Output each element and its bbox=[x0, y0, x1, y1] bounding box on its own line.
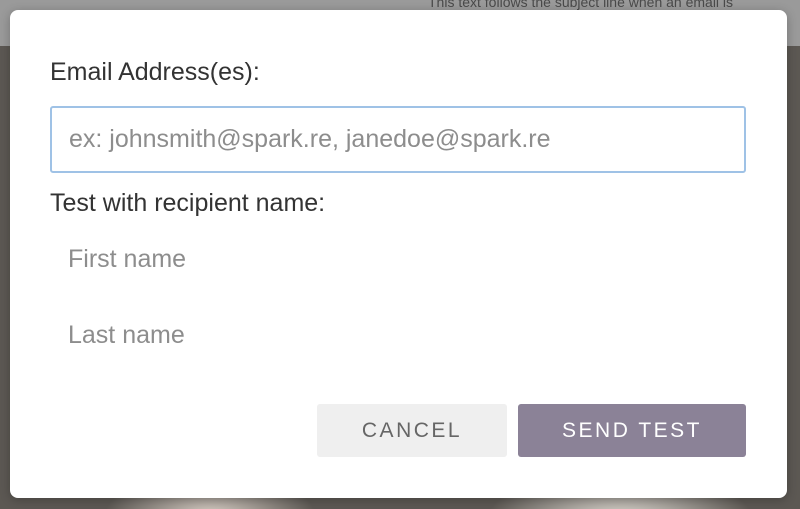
email-addresses-label: Email Address(es): bbox=[50, 58, 260, 86]
last-name-input[interactable] bbox=[50, 310, 746, 360]
recipient-name-label: Test with recipient name: bbox=[50, 189, 326, 217]
email-addresses-input[interactable] bbox=[50, 106, 746, 173]
send-test-button[interactable]: SEND TEST bbox=[518, 404, 746, 457]
first-name-input[interactable] bbox=[50, 234, 746, 284]
cancel-button[interactable]: CANCEL bbox=[317, 404, 507, 457]
preheader-hint-text: This text follows the subject line when … bbox=[428, 0, 734, 10]
send-test-dialog: Email Address(es): Test with recipient n… bbox=[10, 10, 787, 498]
